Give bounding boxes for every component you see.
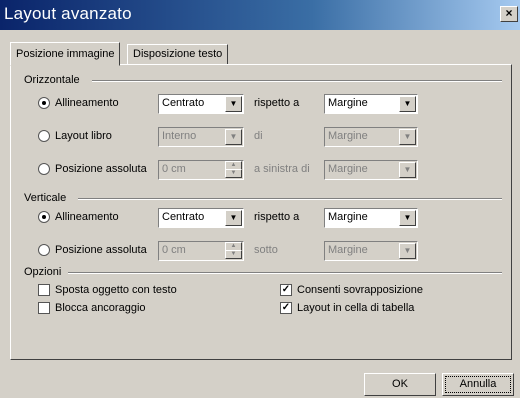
h-book-layout-relative-label: di: [254, 130, 263, 142]
v-absolute-relative-select[interactable]: Margine ▼: [324, 241, 418, 261]
v-absolute-relative-value: Margine: [328, 244, 368, 256]
chevron-down-icon[interactable]: ▼: [225, 129, 242, 145]
h-absolute-relative-label: a sinistra di: [254, 163, 310, 175]
radio-icon: [38, 97, 50, 109]
h-book-layout-select[interactable]: Interno ▼: [158, 127, 244, 147]
h-absolute-radio[interactable]: Posizione assoluta: [38, 163, 147, 175]
chevron-down-icon[interactable]: ▼: [399, 129, 416, 145]
radio-icon: [38, 163, 50, 175]
v-alignment-relative-select[interactable]: Margine ▼: [324, 208, 418, 228]
divider: [68, 272, 502, 274]
radio-icon: [38, 130, 50, 142]
move-with-text-label: Sposta oggetto con testo: [55, 284, 177, 296]
v-alignment-label: Allineamento: [55, 211, 119, 223]
h-book-layout-value: Interno: [162, 130, 197, 142]
h-alignment-value: Centrato: [162, 97, 205, 109]
chevron-down-icon[interactable]: ▼: [399, 243, 416, 259]
chevron-down-icon[interactable]: ▼: [399, 162, 416, 178]
h-absolute-relative-select[interactable]: Margine ▼: [324, 160, 418, 180]
layout-in-cell-checkbox[interactable]: Layout in cella di tabella: [280, 302, 414, 314]
h-book-layout-radio[interactable]: Layout libro: [38, 130, 112, 142]
v-alignment-value: Centrato: [162, 211, 205, 223]
ok-button[interactable]: OK: [364, 373, 436, 396]
h-absolute-relative-value: Margine: [328, 163, 368, 175]
lock-anchor-label: Blocca ancoraggio: [55, 302, 146, 314]
h-alignment-relative-select[interactable]: Margine ▼: [324, 94, 418, 114]
h-absolute-spinner[interactable]: 0 cm ▲ ▼: [158, 160, 244, 180]
allow-overlap-label: Consenti sovrapposizione: [297, 284, 423, 296]
h-alignment-relative-label: rispetto a: [254, 97, 300, 109]
spin-down-icon[interactable]: ▼: [225, 250, 242, 259]
radio-icon: [38, 211, 50, 223]
cancel-button[interactable]: Annulla: [442, 373, 514, 396]
h-book-layout-relative-value: Margine: [328, 130, 368, 142]
divider: [78, 198, 502, 200]
chevron-down-icon[interactable]: ▼: [399, 210, 416, 226]
lock-anchor-checkbox[interactable]: Blocca ancoraggio: [38, 302, 146, 314]
v-alignment-relative-value: Margine: [328, 211, 368, 223]
horizontal-group-label: Orizzontale: [24, 74, 80, 86]
radio-icon: [38, 244, 50, 256]
spin-down-icon[interactable]: ▼: [225, 169, 242, 178]
v-absolute-radio[interactable]: Posizione assoluta: [38, 244, 147, 256]
v-alignment-radio[interactable]: Allineamento: [38, 211, 119, 223]
h-book-layout-relative-select[interactable]: Margine ▼: [324, 127, 418, 147]
h-alignment-relative-value: Margine: [328, 97, 368, 109]
h-alignment-radio[interactable]: Allineamento: [38, 97, 119, 109]
v-absolute-label: Posizione assoluta: [55, 244, 147, 256]
options-group-label: Opzioni: [24, 266, 62, 278]
h-alignment-select[interactable]: Centrato ▼: [158, 94, 244, 114]
h-alignment-label: Allineamento: [55, 97, 119, 109]
v-absolute-spinner[interactable]: 0 cm ▲ ▼: [158, 241, 244, 261]
allow-overlap-checkbox[interactable]: Consenti sovrapposizione: [280, 284, 423, 296]
v-alignment-select[interactable]: Centrato ▼: [158, 208, 244, 228]
chevron-down-icon[interactable]: ▼: [399, 96, 416, 112]
checkbox-checked-icon: [280, 302, 292, 314]
checkbox-icon: [38, 284, 50, 296]
h-absolute-value: 0 cm: [162, 163, 186, 175]
checkbox-icon: [38, 302, 50, 314]
h-book-layout-label: Layout libro: [55, 130, 112, 142]
chevron-down-icon[interactable]: ▼: [225, 210, 242, 226]
checkbox-checked-icon: [280, 284, 292, 296]
chevron-down-icon[interactable]: ▼: [225, 96, 242, 112]
divider: [92, 80, 502, 82]
layout-in-cell-label: Layout in cella di tabella: [297, 302, 415, 314]
v-absolute-value: 0 cm: [162, 244, 186, 256]
move-with-text-checkbox[interactable]: Sposta oggetto con testo: [38, 284, 177, 296]
vertical-group-label: Verticale: [24, 192, 67, 204]
v-absolute-relative-label: sotto: [254, 244, 278, 256]
h-absolute-label: Posizione assoluta: [55, 163, 147, 175]
v-alignment-relative-label: rispetto a: [254, 211, 300, 223]
